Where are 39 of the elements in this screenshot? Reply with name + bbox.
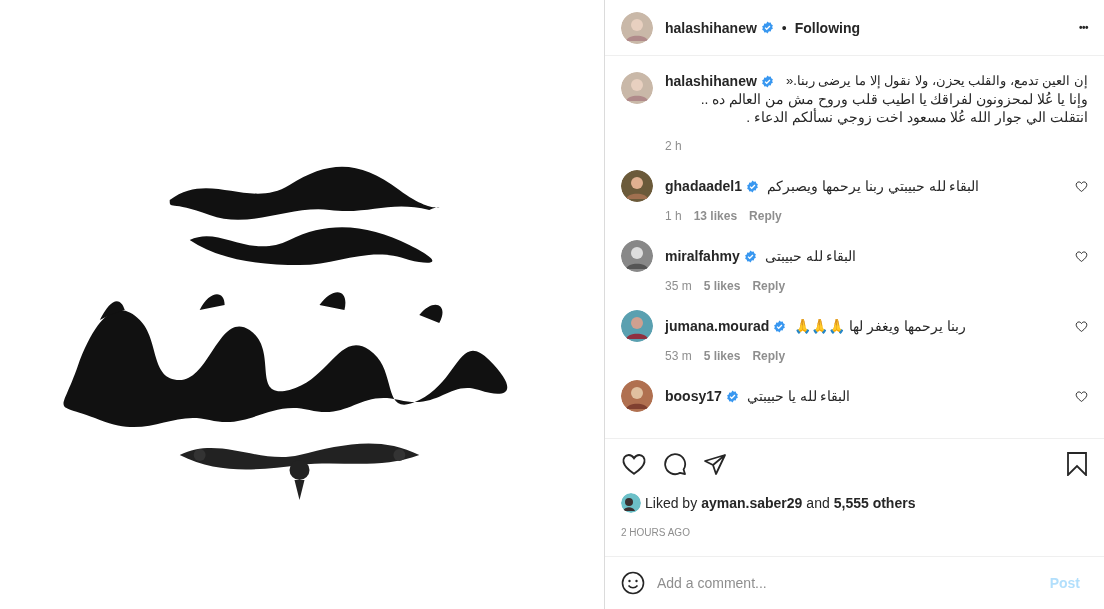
liked-by-label: Liked by [645, 494, 698, 513]
and-label: and [806, 494, 830, 513]
like-heart-icon[interactable] [621, 451, 647, 477]
avatar-icon[interactable] [621, 310, 653, 342]
comment-text: البقاء لله حبيبتى [764, 247, 857, 266]
like-comment-heart-icon[interactable] [1075, 180, 1088, 193]
avatar-icon[interactable] [621, 380, 653, 412]
caption-text: وإنا يا عُلا لمحزونون لفراقك يا اطيب قلب وروح مش من العالم ده .. [699, 90, 1088, 108]
username-link[interactable]: ghadaadel1 [665, 176, 743, 196]
username-link[interactable]: miralfahmy [665, 246, 740, 266]
emoji-smiley-icon[interactable] [621, 571, 645, 595]
post-time: 2 h [665, 138, 683, 154]
liker-username-link[interactable]: ayman.saber29 [701, 493, 803, 513]
like-comment-heart-icon[interactable] [1075, 320, 1088, 333]
comment-time: 53 m [665, 348, 692, 364]
comment-time: 1 h [665, 208, 682, 224]
share-plane-icon[interactable] [703, 452, 727, 476]
comment-time: 35 m [665, 278, 692, 294]
username-link[interactable]: boosy17 [665, 386, 722, 406]
liker-avatar-icon[interactable] [621, 493, 641, 513]
comment-text: البقاء لله يا حبيبتي [746, 387, 851, 406]
comment-icon[interactable] [663, 452, 687, 476]
separator-dot: • [780, 18, 788, 38]
username-link[interactable]: jumana.mourad [665, 316, 770, 336]
like-comment-heart-icon[interactable] [1075, 250, 1088, 263]
like-comment-heart-icon[interactable] [1075, 390, 1088, 403]
caption-text: إن العين تدمع، والقلب يحزن، ولا نقول إلا ما يرضى ربنا.« [785, 72, 1088, 90]
more-button[interactable]: ••• [1079, 20, 1088, 35]
post-date: 2 HOURS AGO [621, 526, 691, 540]
avatar-icon[interactable] [621, 240, 653, 272]
username-link[interactable]: halashihanew [665, 17, 757, 38]
bookmark-icon[interactable] [1066, 452, 1088, 476]
comment-text: ربنا يرحمها ويغفر لها 🙏🙏🙏 [794, 317, 966, 336]
following-button[interactable]: Following [794, 17, 861, 38]
comment-text: البقاء لله حبيبتي ربنا يرحمها ويصبركم [767, 177, 980, 196]
caption-text: انتقلت الي جوار الله عُلا مسعود اخت زوجي نسألكم الدعاء . [745, 108, 1088, 126]
username-link[interactable]: halashihanew [665, 72, 757, 90]
avatar-icon[interactable] [621, 170, 653, 202]
likes-count-link[interactable]: 5,555 others [833, 493, 916, 513]
